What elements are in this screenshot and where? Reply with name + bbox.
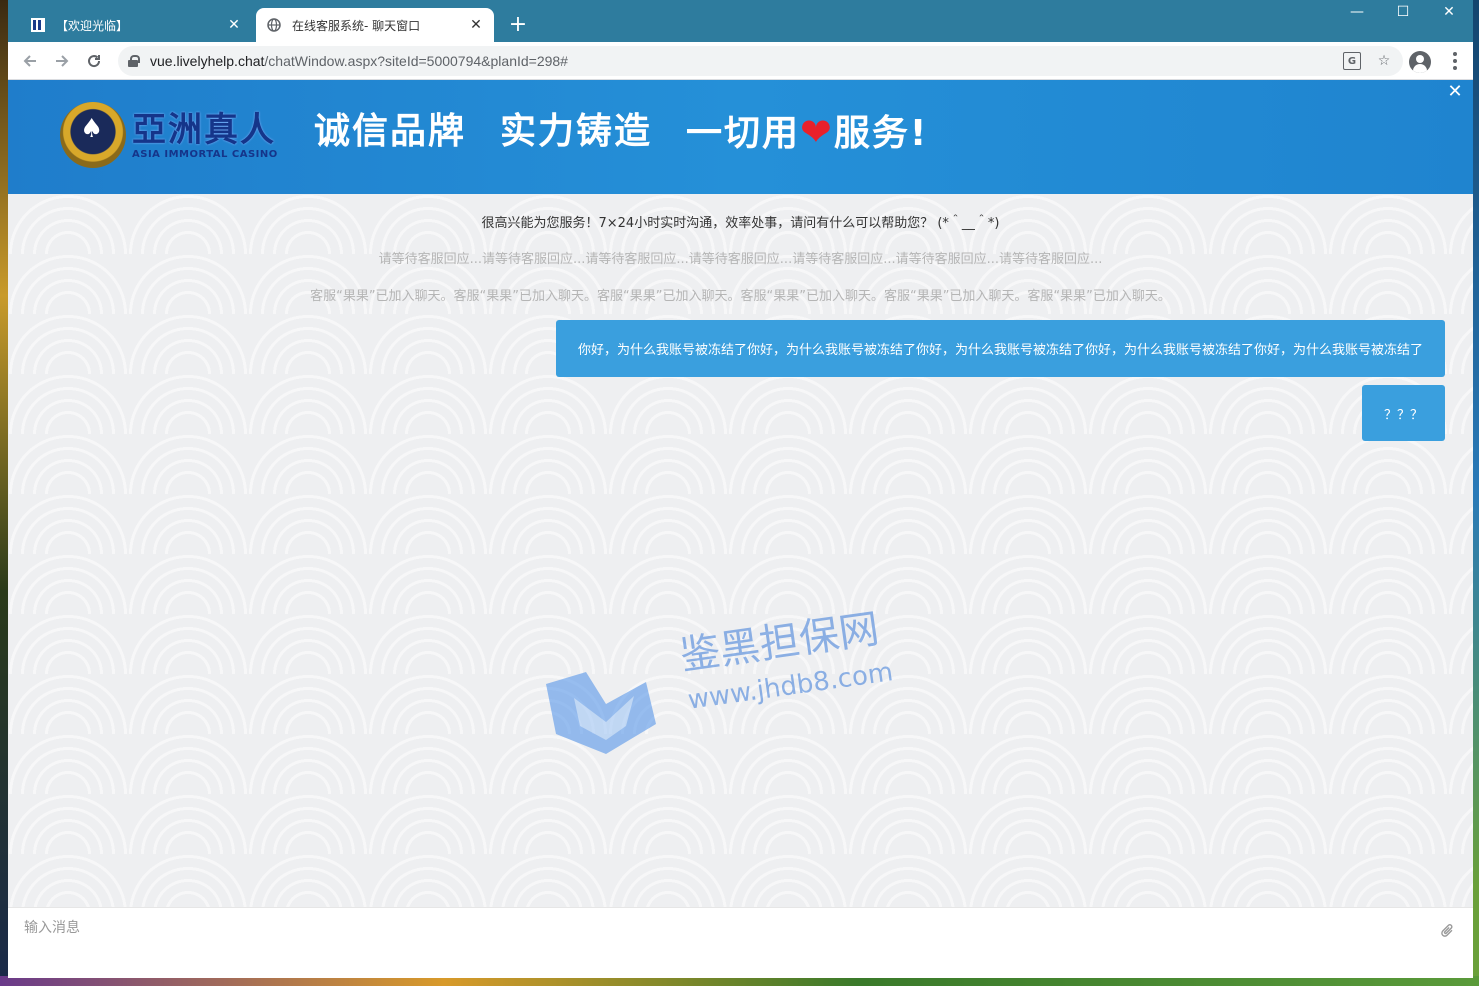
- address-bar[interactable]: vue.livelyhelp.chat/chatWindow.aspx?site…: [118, 46, 1403, 76]
- maximize-button[interactable]: ☐: [1388, 4, 1418, 20]
- tab-chat-window[interactable]: 在线客服系统- 聊天窗口 ✕: [256, 8, 494, 42]
- close-chat-icon[interactable]: ✕: [1445, 82, 1465, 102]
- logo-english-name: ASIA IMMORTAL CASINO: [132, 148, 278, 160]
- close-window-button[interactable]: ✕: [1434, 4, 1464, 20]
- waiting-message: 请等待客服回应...请等待客服回应...请等待客服回应...请等待客服回应...…: [378, 252, 1103, 267]
- tab-title: 在线客服系统- 聊天窗口: [292, 18, 421, 33]
- heart-icon: ❤: [800, 110, 834, 154]
- tab-title: 【欢迎光临】: [56, 18, 129, 33]
- logo-chinese-name: 亞洲真人: [132, 109, 276, 150]
- slogan-integrity: 诚信品牌: [314, 111, 467, 152]
- browser-toolbar: vue.livelyhelp.chat/chatWindow.aspx?site…: [8, 42, 1473, 80]
- user-message-bubble: 你好，为什么我账号被冻结了你好，为什么我账号被冻结了你好，为什么我账号被冻结了你…: [555, 320, 1445, 377]
- paperclip-attach-icon[interactable]: [1435, 919, 1459, 943]
- chat-header-banner: 亞洲真人 ASIA IMMORTAL CASINO 诚信品牌 实力铸造 一切用❤…: [8, 80, 1473, 194]
- tab-close-icon[interactable]: ✕: [226, 17, 242, 33]
- url-host: vue.livelyhelp.chat: [150, 53, 265, 69]
- profile-avatar-icon[interactable]: [1409, 51, 1431, 73]
- url-path: /chatWindow.aspx?siteId=5000794&planId=2…: [264, 53, 568, 69]
- agent-joined-message: 客服“果果”已加入聊天。客服“果果”已加入聊天。客服“果果”已加入聊天。客服“果…: [310, 289, 1171, 304]
- new-tab-button[interactable]: +: [506, 13, 530, 37]
- message-input[interactable]: [24, 916, 1424, 940]
- translate-icon[interactable]: G: [1343, 52, 1361, 70]
- browser-menu-icon[interactable]: [1453, 52, 1457, 70]
- watermark: 鉴黑担保网 www.jhdb8.com: [546, 606, 926, 764]
- slogan-service-suffix: 服务!: [833, 113, 929, 154]
- back-arrow-icon[interactable]: [16, 47, 44, 75]
- casino-logo: 亞洲真人 ASIA IMMORTAL CASINO: [60, 102, 278, 168]
- star-bookmark-icon[interactable]: ☆: [1375, 52, 1393, 70]
- forward-arrow-icon[interactable]: [48, 47, 76, 75]
- slogan-service: 一切用❤服务!: [686, 110, 928, 156]
- tab-welcome[interactable]: 【欢迎光临】 ✕: [20, 8, 252, 42]
- desktop-background-right: [1473, 0, 1479, 986]
- watermark-logo-icon: [546, 672, 656, 754]
- slogan-service-prefix: 一切用: [686, 113, 801, 154]
- lock-icon: [128, 55, 140, 67]
- reload-icon[interactable]: [80, 47, 108, 75]
- site-favicon-icon: [30, 17, 46, 33]
- globe-icon: [266, 17, 282, 33]
- welcome-message: 很高兴能为您服务！7×24小时实时沟通，效率处事，请问有什么可以帮助您？ (*＾…: [481, 216, 1000, 231]
- url-text: vue.livelyhelp.chat/chatWindow.aspx?site…: [150, 53, 568, 69]
- slogan-strength: 实力铸造: [500, 111, 653, 152]
- chat-message-area[interactable]: 很高兴能为您服务！7×24小时实时沟通，效率处事，请问有什么可以帮助您？ (*＾…: [8, 194, 1473, 907]
- desktop-background-left: [0, 0, 8, 986]
- tab-bar: 【欢迎光临】 ✕ 在线客服系统- 聊天窗口 ✕ + — ☐ ✕: [8, 0, 1473, 42]
- minimize-button[interactable]: —: [1342, 4, 1372, 20]
- browser-window: 【欢迎光临】 ✕ 在线客服系统- 聊天窗口 ✕ + — ☐ ✕ vue.live…: [8, 0, 1473, 978]
- tab-close-icon[interactable]: ✕: [468, 17, 484, 33]
- casino-badge-icon: [60, 102, 126, 168]
- message-composer: [8, 907, 1473, 978]
- user-message-bubble: ？？？: [1361, 385, 1445, 441]
